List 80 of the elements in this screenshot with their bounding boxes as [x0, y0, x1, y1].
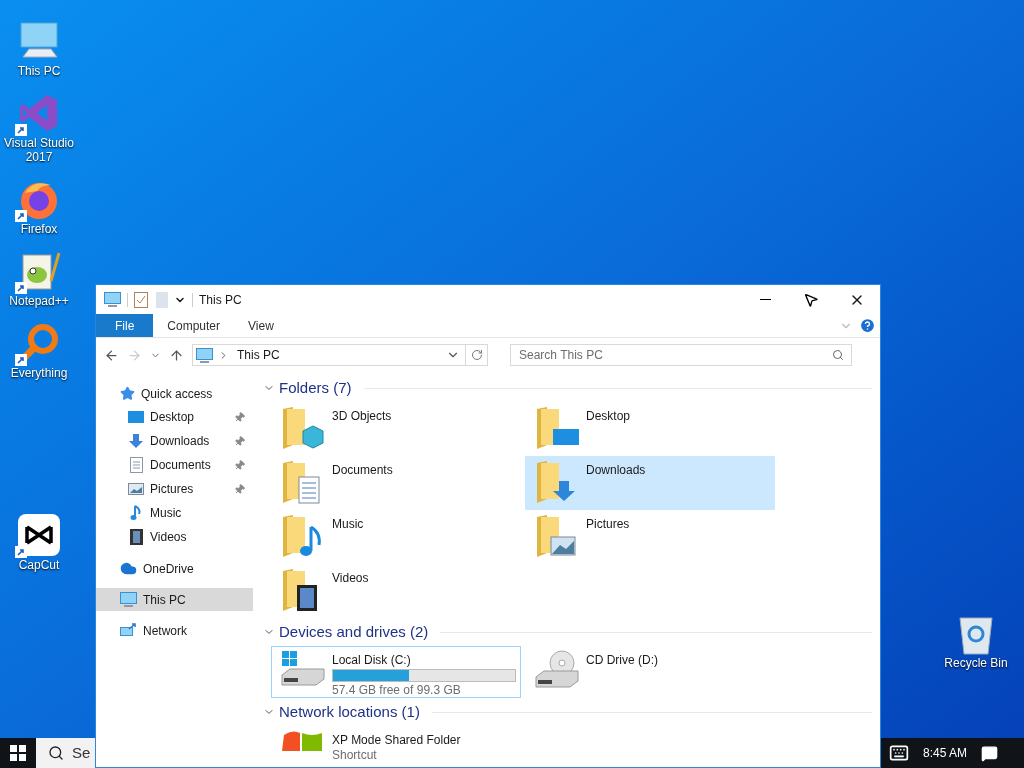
folder-icon	[281, 405, 325, 451]
ribbon-tab[interactable]: Computer	[153, 314, 235, 337]
clock-time[interactable]: 8:45 AM	[922, 744, 967, 762]
shortcut-label: Visual Studio 2017	[3, 136, 75, 164]
computer-icon	[17, 21, 61, 61]
folder-icon	[535, 513, 579, 559]
star-icon	[120, 386, 135, 401]
nav-item[interactable]: Downloads	[96, 429, 253, 453]
refresh-icon[interactable]	[471, 349, 483, 361]
shortcut-label: Notepad++	[9, 294, 69, 308]
nav-item[interactable]: Network	[96, 619, 253, 642]
shortcut-label: This PC	[17, 64, 61, 78]
shortcut-arrow-icon	[15, 282, 27, 294]
drive-item[interactable]: Local Disk (C:) 57.4 GB free of 99.3 GB	[271, 646, 521, 698]
computer-icon	[120, 592, 137, 607]
shortcut-label: Firefox	[20, 222, 58, 236]
folder-item[interactable]: Desktop	[525, 402, 775, 456]
folder-item[interactable]: Music	[271, 510, 521, 564]
nav-item[interactable]: Quick access	[96, 382, 253, 405]
shortcut-label: Everything	[10, 366, 68, 380]
folder-item[interactable]: Pictures	[525, 510, 775, 564]
disc-drive-icon	[534, 649, 580, 689]
nav-item[interactable]: Videos	[96, 525, 253, 549]
drive-item[interactable]: CD Drive (D:)	[525, 646, 775, 698]
drive-icon	[280, 649, 326, 689]
desktop-shortcut[interactable]: CapCut	[1, 512, 77, 572]
desktop-shortcut[interactable]: Visual Studio 2017	[1, 90, 77, 164]
keyboard-icon[interactable]	[888, 743, 909, 763]
film-icon	[129, 529, 143, 545]
taskbar-search-field[interactable]: Se	[36, 738, 95, 768]
computer-icon	[104, 292, 121, 307]
shortcut-label: Recycle Bin	[944, 656, 1008, 670]
section-title: Devices and drives (2)	[279, 621, 429, 642]
desktop-icon	[128, 411, 144, 423]
search-icon	[48, 745, 64, 761]
recycle-bin-shortcut[interactable]: Recycle Bin	[940, 612, 1012, 670]
folder-item[interactable]: Documents	[271, 456, 521, 510]
folder-icon	[535, 405, 579, 451]
nav-item[interactable]: OneDrive	[96, 557, 253, 580]
help-icon[interactable]	[859, 317, 876, 334]
section-title: Network locations (1)	[279, 701, 420, 722]
shortcut-arrow-icon	[15, 354, 27, 366]
picture-icon	[128, 483, 144, 495]
desktop-shortcut[interactable]: Notepad++	[1, 248, 77, 308]
desktop-shortcut[interactable]: Everything	[1, 320, 77, 380]
up-icon[interactable]	[169, 347, 184, 363]
shortcut-arrow-icon	[15, 210, 27, 222]
properties-icon[interactable]	[134, 291, 148, 308]
minimize-icon	[759, 299, 771, 300]
desktop-shortcut[interactable]: Firefox	[1, 176, 77, 236]
search-icon	[832, 349, 844, 361]
nav-item[interactable]: Pictures	[96, 477, 253, 501]
nav-item[interactable]: This PC	[96, 588, 253, 611]
network-icon	[120, 623, 137, 638]
notifications-icon[interactable]	[981, 744, 998, 762]
down-arrow-icon	[128, 433, 144, 449]
nav-item[interactable]: Documents	[96, 453, 253, 477]
ribbon-tab[interactable]: View	[234, 314, 288, 337]
cloud-icon	[120, 560, 137, 577]
folder-item[interactable]: Downloads	[525, 456, 775, 510]
search-field[interactable]: Search This PC	[510, 344, 852, 366]
music-note-icon	[130, 505, 142, 521]
nav-item[interactable]: Music	[96, 501, 253, 525]
capcut-logo-icon	[17, 513, 61, 557]
desktop-shortcut[interactable]: This PC	[1, 18, 77, 78]
mouse-pointer-icon	[803, 291, 819, 308]
ribbon-tab[interactable]: File	[96, 314, 154, 337]
folder-item[interactable]: 3D Objects	[271, 402, 521, 456]
windows-logo-icon	[10, 745, 26, 761]
shortcut-arrow-icon	[15, 546, 27, 558]
back-icon[interactable]	[104, 347, 119, 363]
section-title: Folders (7)	[279, 377, 352, 398]
computer-icon	[196, 347, 213, 363]
address-field[interactable]: This PC	[192, 344, 488, 366]
folder-item[interactable]: Videos	[271, 564, 521, 618]
document-icon	[129, 457, 143, 473]
shortcut-arrow-icon	[15, 124, 27, 136]
shortcut-label: CapCut	[18, 558, 60, 572]
nav-item[interactable]: Desktop	[96, 405, 253, 429]
window-title: This PC	[199, 291, 242, 309]
